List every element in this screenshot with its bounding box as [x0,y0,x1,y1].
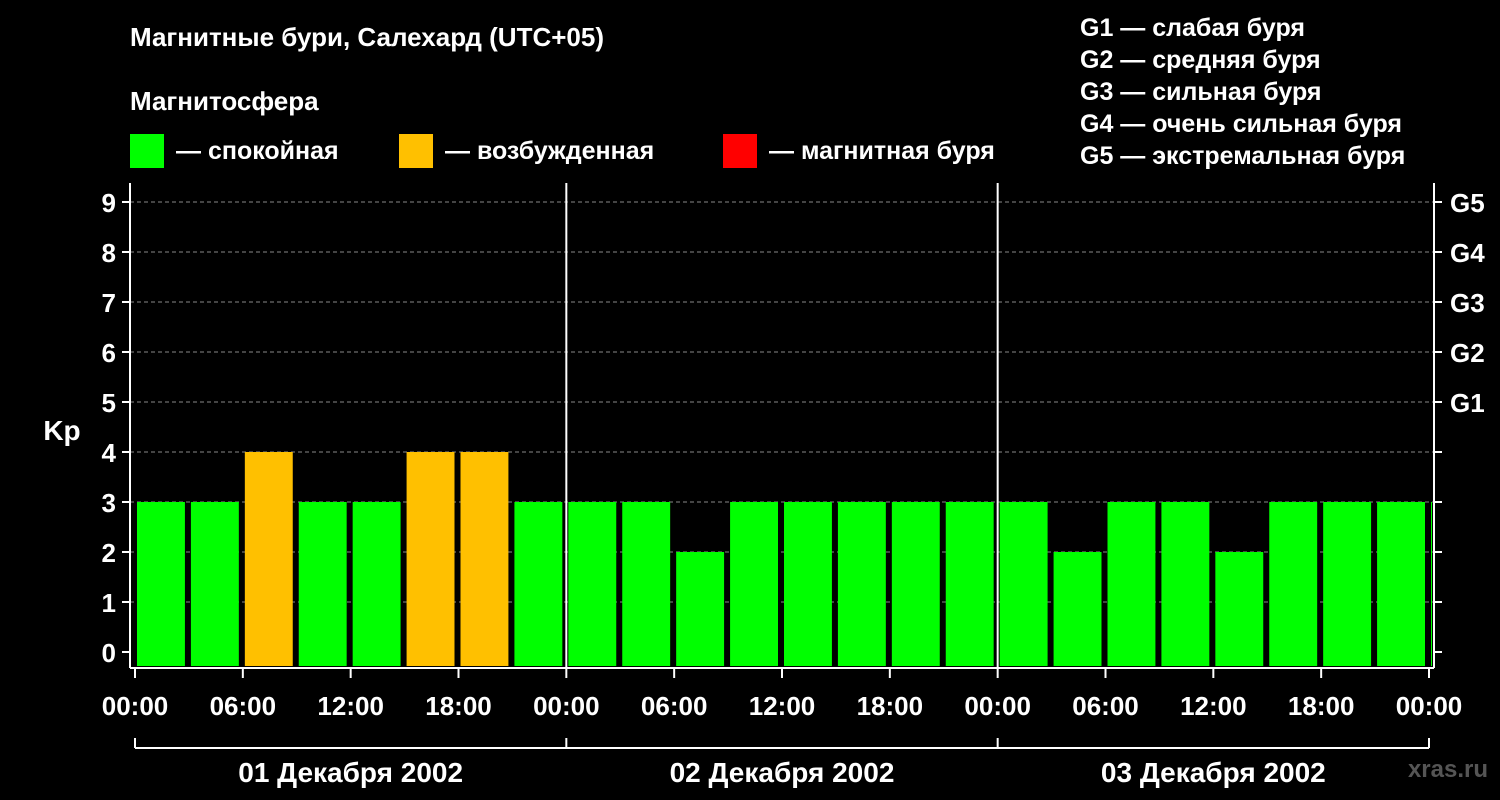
x-tick-label: 06:00 [1072,691,1139,721]
kp-bar [190,502,239,666]
x-tick-label: 00:00 [102,691,169,721]
kp-bar [1107,502,1156,666]
kp-bar [945,502,994,666]
watermark: xras.ru [1407,756,1488,783]
y-tick-label: 7 [102,288,116,318]
x-tick-label: 18:00 [425,691,492,721]
kp-bar [1431,502,1432,666]
y-tick-label: 9 [102,188,116,218]
y-axis-label: Kp [43,415,80,446]
kp-bar [676,552,725,666]
y-tick-label: 1 [102,588,116,618]
kp-bar [568,502,617,666]
kp-bar [352,502,401,666]
day-label: 01 Декабря 2002 [238,757,463,788]
x-tick-label: 06:00 [210,691,277,721]
kp-bar [891,502,940,666]
kp-bar [837,502,886,666]
kp-bar [999,502,1048,666]
y-tick-label: 8 [102,238,116,268]
x-tick-label: 00:00 [1396,691,1463,721]
g-tick-label: G2 [1450,338,1485,368]
kp-bar [460,452,509,666]
kp-bar-chart: 0 1 2 3 4 5 6 7 8 9 G1 G2 G3 G4 G5 Kp 00:00 06:00 12:00 18:… [43,183,1485,788]
kp-bar [406,452,455,666]
x-tick-label: 06:00 [641,691,708,721]
x-tick-label: 12:00 [1180,691,1247,721]
x-tick-label: 12:00 [749,691,816,721]
kp-bar [1269,502,1318,666]
kp-bar [137,502,185,666]
kp-bar [1053,552,1102,666]
y-tick-label: 2 [102,538,116,568]
y-tick-label: 6 [102,338,116,368]
day-label: 02 Декабря 2002 [670,757,895,788]
kp-bar [298,502,347,666]
g-tick-label: G5 [1450,188,1485,218]
g-tick-label: G1 [1450,388,1485,418]
kp-bar [1161,502,1210,666]
y-tick-label: 5 [102,388,116,418]
kp-bar [1215,552,1264,666]
x-tick-label: 18:00 [1288,691,1355,721]
g-tick-label: G3 [1450,288,1485,318]
day-label: 03 Декабря 2002 [1101,757,1326,788]
y-tick-label: 3 [102,488,116,518]
kp-bar [514,502,563,666]
y-tick-label: 4 [102,438,117,468]
x-tick-label: 00:00 [964,691,1031,721]
g-tick-label: G4 [1450,238,1485,268]
x-tick-label: 00:00 [533,691,600,721]
y-tick-label: 0 [102,638,116,668]
kp-bar [1377,502,1425,666]
kp-bar [730,502,778,666]
kp-bar [1323,502,1372,666]
kp-bar [244,452,293,666]
x-tick-label: 12:00 [317,691,384,721]
kp-bar [784,502,832,666]
kp-bar [622,502,671,666]
x-tick-label: 18:00 [857,691,924,721]
